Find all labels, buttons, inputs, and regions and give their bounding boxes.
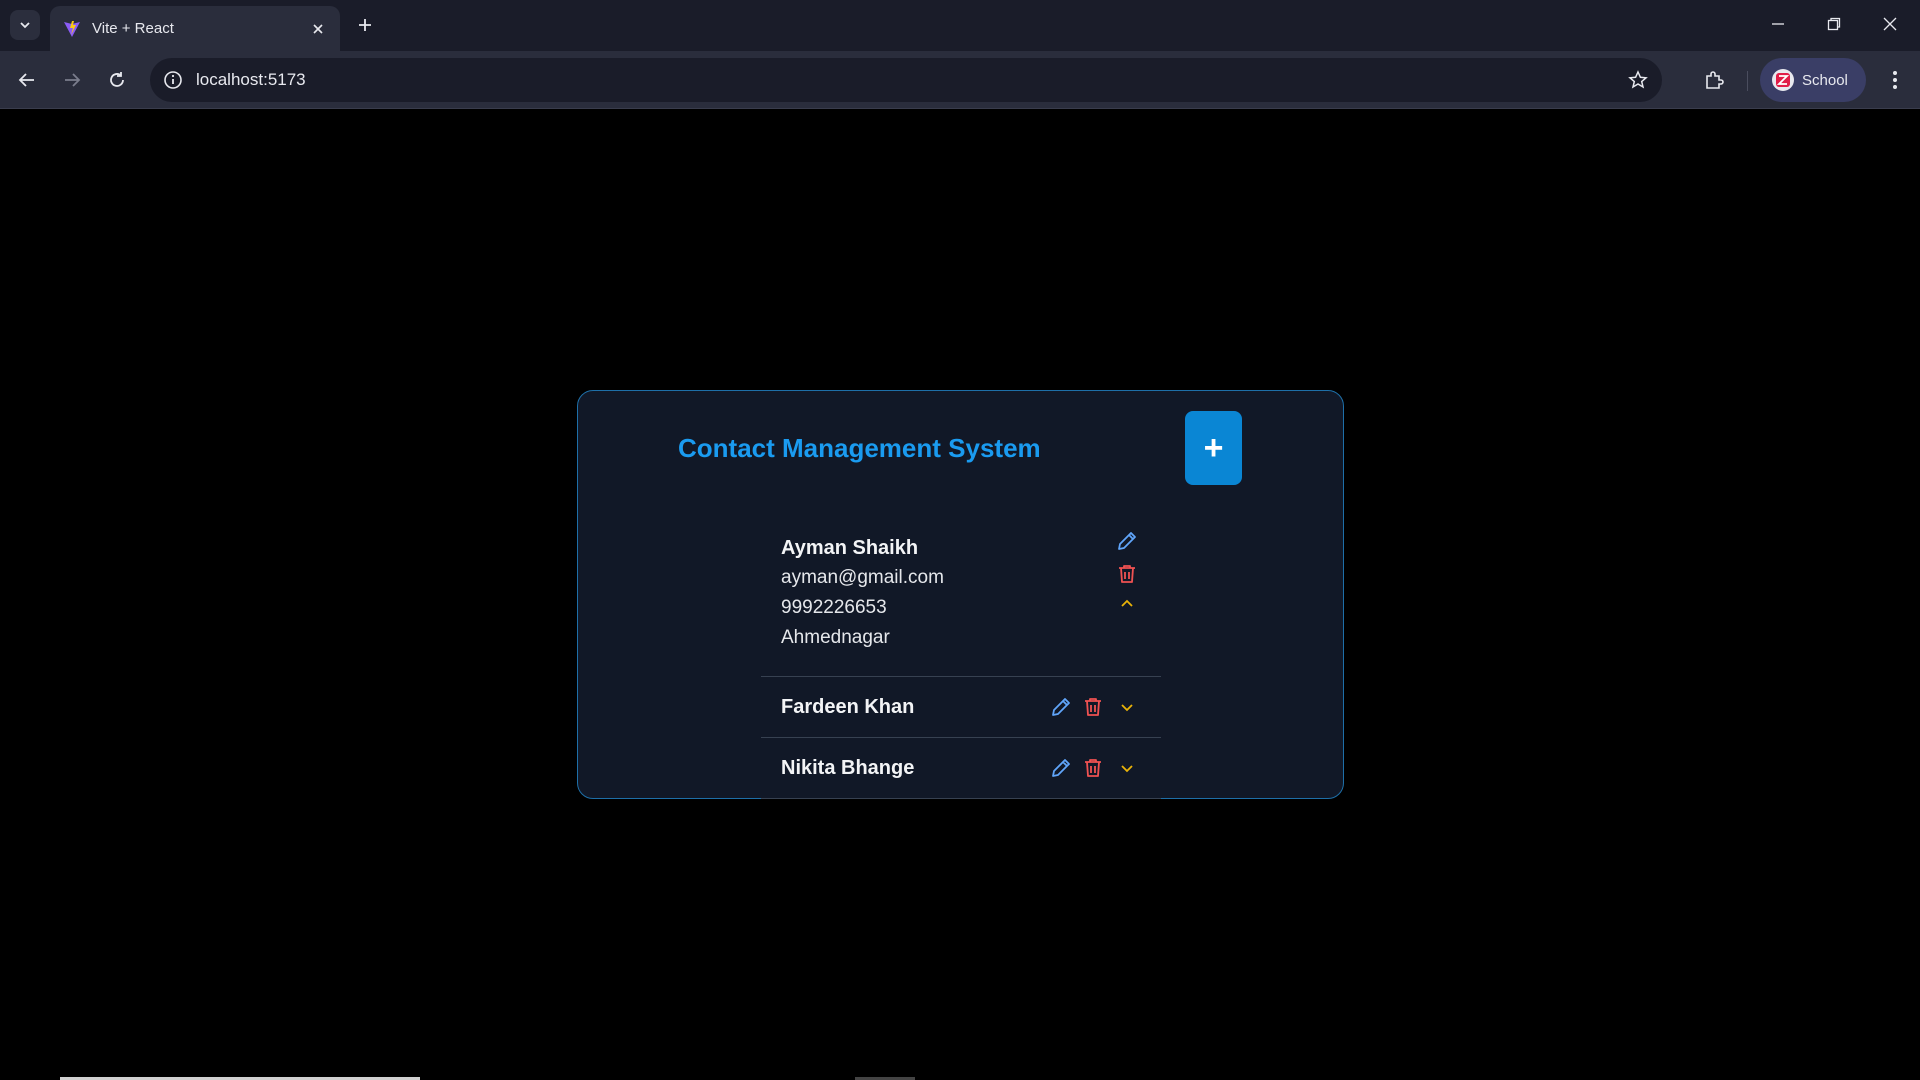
trash-icon	[1085, 759, 1101, 777]
new-tab-button[interactable]	[350, 10, 380, 40]
chevron-down-icon	[1121, 765, 1133, 773]
restore-button[interactable]	[1806, 0, 1862, 48]
contact-name: Ayman Shaikh	[781, 537, 919, 559]
close-icon	[313, 23, 323, 34]
profile-logo-icon	[1776, 73, 1790, 87]
browser-chrome: Vite + React localhost:5173 School	[0, 0, 1920, 109]
contact-name: Nikita Bhange	[781, 757, 915, 779]
tab-title: Vite + React	[92, 20, 174, 37]
delete-button[interactable]	[1115, 562, 1139, 586]
minimize-icon	[1772, 23, 1784, 25]
list-item: Ayman Shaikh ayman@gmail.com 9992226653 …	[761, 519, 1161, 677]
arrow-right-icon	[65, 73, 81, 87]
restore-icon	[1827, 17, 1841, 31]
back-button[interactable]	[10, 63, 44, 97]
contact-name: Fardeen Khan	[781, 696, 915, 718]
puzzle-icon	[1706, 71, 1724, 89]
extensions-button[interactable]	[1697, 63, 1731, 97]
edit-button[interactable]	[1049, 695, 1073, 719]
contact-email: ayman@gmail.com	[781, 567, 944, 588]
url-text[interactable]: localhost:5173	[196, 70, 306, 90]
tab-close-button[interactable]	[304, 15, 332, 43]
pencil-icon	[1052, 759, 1070, 777]
browser-menu-button[interactable]	[1878, 63, 1912, 97]
list-item: Nikita Bhange	[761, 738, 1161, 799]
page-title: Contact Management System	[678, 433, 1041, 463]
browser-toolbar: localhost:5173 School	[0, 51, 1920, 109]
chevron-down-icon	[1121, 704, 1133, 712]
contact-list: Ayman Shaikh ayman@gmail.com 9992226653 …	[761, 519, 1161, 799]
plus-icon	[359, 19, 371, 31]
profile-button[interactable]: School	[1760, 58, 1866, 102]
tab-search-button[interactable]	[10, 10, 40, 40]
contact-phone: 9992226653	[781, 597, 887, 618]
more-vertical-icon	[1893, 71, 1897, 89]
avatar	[1772, 69, 1794, 91]
trash-icon	[1119, 565, 1135, 583]
delete-button[interactable]	[1081, 695, 1105, 719]
collapse-button[interactable]	[1115, 592, 1139, 616]
edit-button[interactable]	[1115, 529, 1139, 553]
list-item: Fardeen Khan	[761, 677, 1161, 738]
profile-label: School	[1802, 71, 1848, 89]
arrow-left-icon	[18, 73, 34, 87]
minimize-button[interactable]	[1750, 0, 1806, 48]
toolbar-divider	[1747, 71, 1748, 91]
page-viewport: Contact Management System + Ayman Shaikh…	[0, 109, 1920, 1080]
chevron-down-icon	[20, 22, 30, 29]
star-icon	[1628, 70, 1648, 89]
tab-strip: Vite + React	[0, 0, 1920, 51]
pencil-icon	[1118, 532, 1136, 550]
reload-button[interactable]	[100, 63, 134, 97]
contact-city: Ahmednagar	[781, 627, 890, 648]
reload-icon	[110, 72, 124, 87]
trash-icon	[1085, 698, 1101, 716]
contact-card: Contact Management System + Ayman Shaikh…	[577, 390, 1344, 799]
address-bar[interactable]: localhost:5173	[150, 58, 1662, 102]
expand-button[interactable]	[1115, 695, 1139, 719]
window-close-button[interactable]	[1862, 0, 1918, 48]
add-contact-button[interactable]: +	[1185, 411, 1242, 485]
info-icon[interactable]	[162, 69, 184, 91]
tab-active[interactable]: Vite + React	[50, 6, 340, 51]
expand-button[interactable]	[1115, 756, 1139, 780]
chevron-up-icon	[1121, 599, 1133, 607]
vite-icon	[64, 20, 80, 37]
close-icon	[1883, 17, 1897, 31]
bookmark-button[interactable]	[1624, 66, 1652, 94]
forward-button[interactable]	[55, 63, 89, 97]
delete-button[interactable]	[1081, 756, 1105, 780]
edit-button[interactable]	[1049, 756, 1073, 780]
pencil-icon	[1052, 698, 1070, 716]
